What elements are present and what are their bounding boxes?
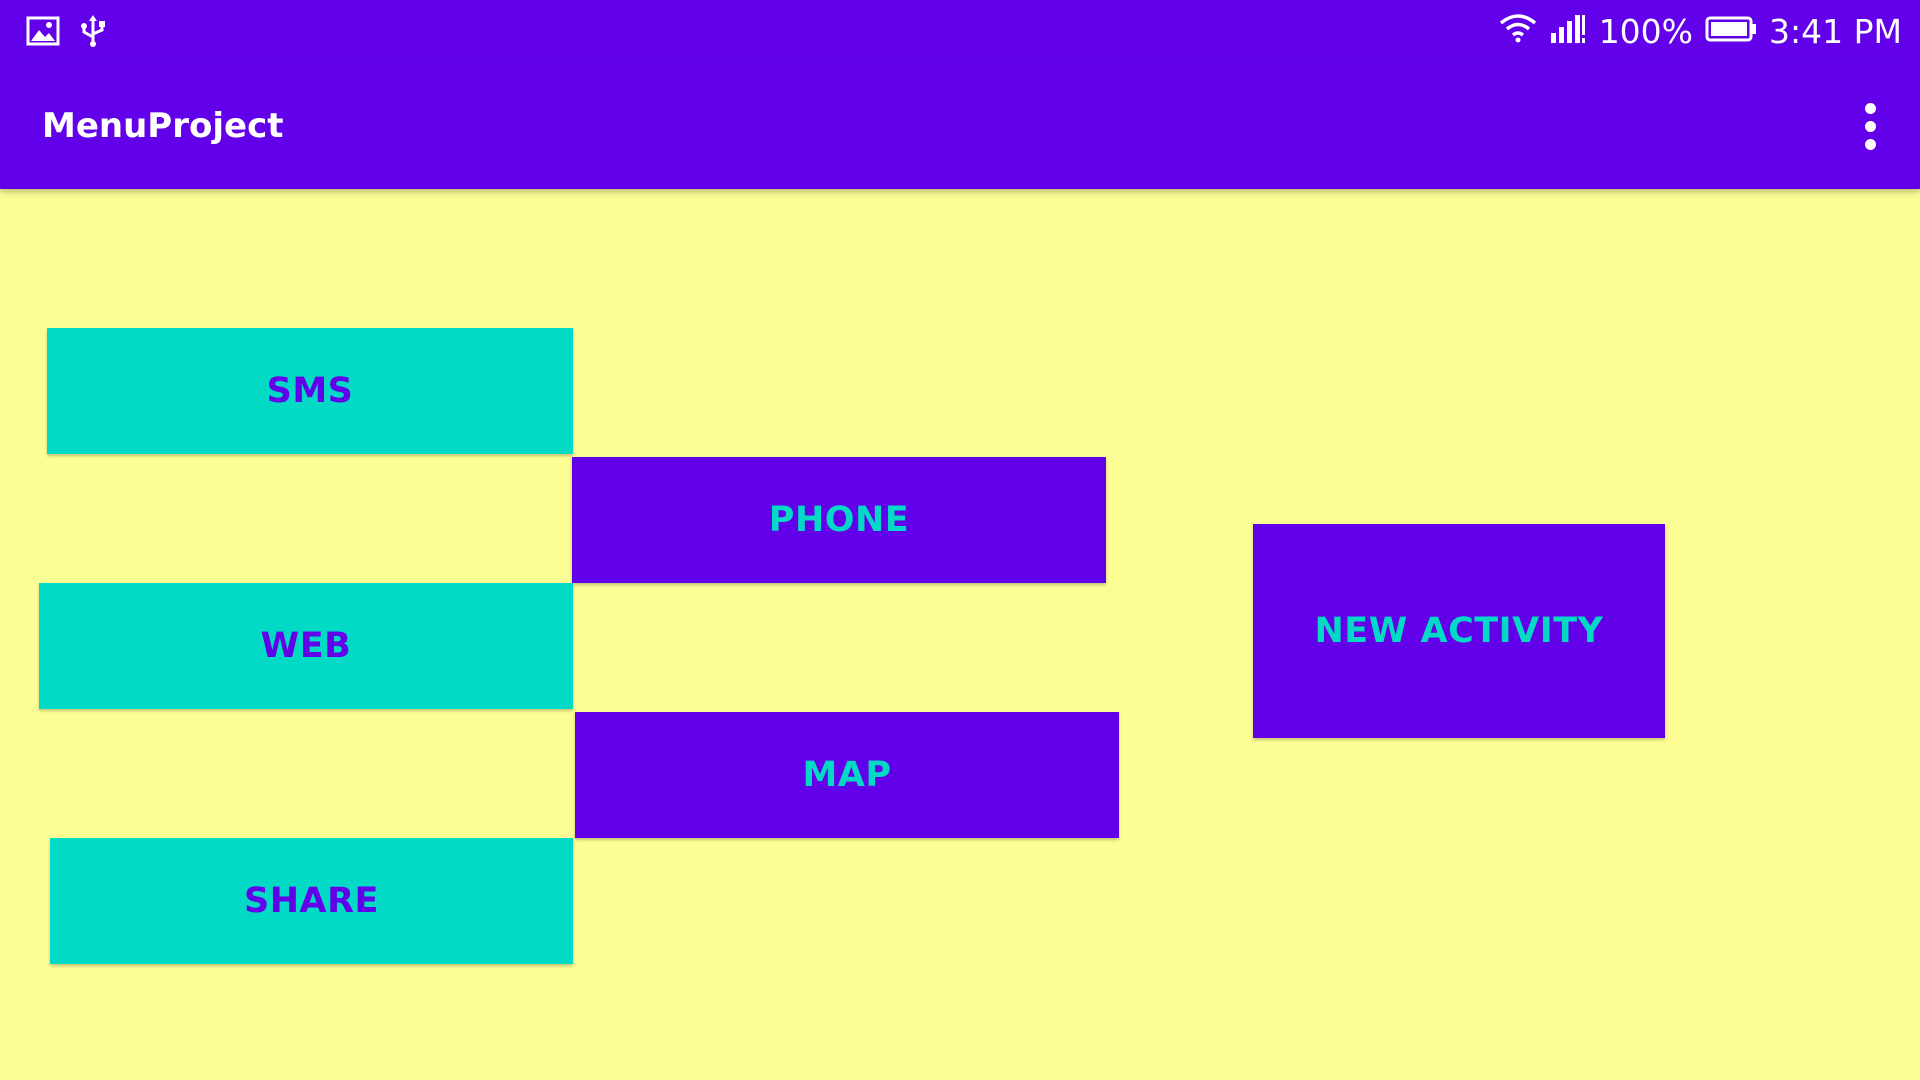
app-bar: MenuProject <box>0 63 1920 189</box>
overflow-dot <box>1864 138 1876 150</box>
map-button[interactable]: MAP <box>575 712 1119 838</box>
status-time: 3:41 PM <box>1769 12 1902 51</box>
new-activity-button[interactable]: NEW ACTIVITY <box>1253 524 1665 738</box>
status-right-icons: 100% 3:41 PM <box>1499 0 1902 63</box>
wifi-icon <box>1499 12 1537 51</box>
overflow-dot <box>1864 102 1876 114</box>
status-bar: 100% 3:41 PM <box>0 0 1920 63</box>
share-button[interactable]: SHARE <box>50 838 573 964</box>
web-button[interactable]: WEB <box>39 583 573 709</box>
status-left-icons <box>26 15 106 51</box>
usb-icon <box>80 15 106 51</box>
more-vert-icon[interactable] <box>1840 96 1900 156</box>
sms-button[interactable]: SMS <box>47 328 573 454</box>
phone-button[interactable]: PHONE <box>572 457 1106 583</box>
battery-percentage: 100% <box>1598 12 1694 51</box>
signal-icon <box>1549 12 1587 51</box>
overflow-dot <box>1864 120 1876 132</box>
app-title: MenuProject <box>42 106 284 146</box>
battery-icon <box>1705 12 1757 51</box>
image-icon <box>26 16 60 50</box>
